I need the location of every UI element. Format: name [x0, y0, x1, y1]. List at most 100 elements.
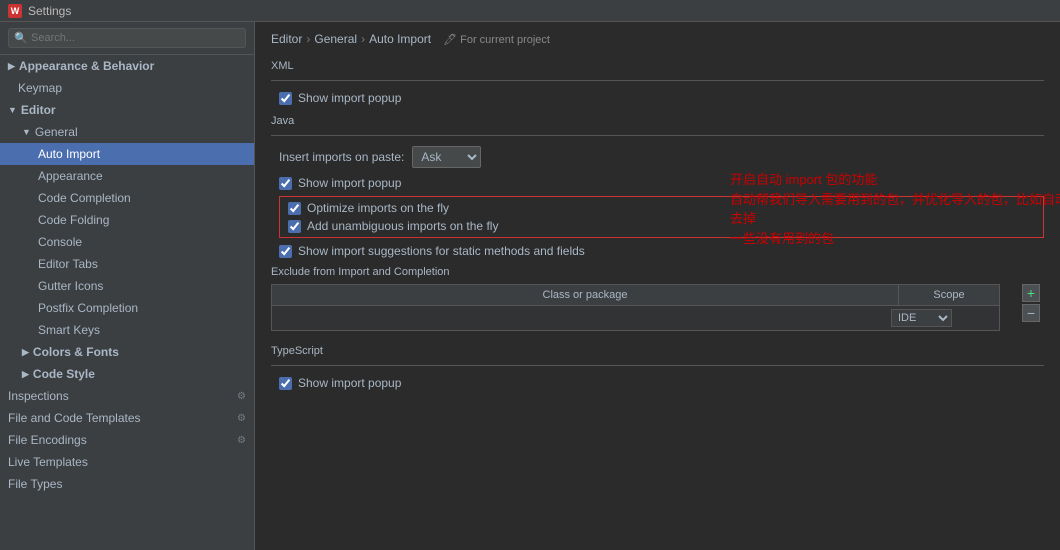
show-suggestions-checkbox[interactable] [279, 245, 292, 258]
sidebar-item-appearance[interactable]: Appearance [0, 165, 254, 187]
exclude-label: Exclude from Import and Completion [271, 266, 1044, 278]
xml-show-import-label: Show import popup [298, 91, 401, 105]
expand-arrow: ▶ [8, 61, 15, 72]
xml-divider [271, 80, 1044, 81]
scope-select[interactable]: IDE Project [891, 309, 952, 327]
sidebar-label: Editor [21, 103, 56, 117]
xml-section: XML Show import popup [271, 60, 1044, 105]
sidebar-label: Code Folding [38, 213, 109, 227]
settings-icon: ⚙ [237, 413, 246, 424]
show-suggestions-label: Show import suggestions for static metho… [298, 244, 585, 258]
table-buttons: + − [1022, 284, 1040, 322]
title-bar: W Settings [0, 0, 1060, 22]
java-divider [271, 135, 1044, 136]
sidebar-item-editor[interactable]: ▼ Editor [0, 99, 254, 121]
sidebar-item-code-folding[interactable]: Code Folding [0, 209, 254, 231]
sidebar-item-keymap[interactable]: Keymap [0, 77, 254, 99]
highlighted-imports-box: Optimize imports on the fly Add unambigu… [279, 196, 1044, 238]
sidebar-item-editor-tabs[interactable]: Editor Tabs [0, 253, 254, 275]
sidebar-label: File Encodings [8, 433, 87, 447]
show-suggestions-row: Show import suggestions for static metho… [279, 244, 1044, 258]
sidebar-label: Editor Tabs [38, 257, 98, 271]
java-show-import-popup-row: Show import popup [279, 176, 1044, 190]
ts-section-label: TypeScript [271, 345, 1044, 357]
insert-imports-label: Insert imports on paste: [279, 150, 404, 164]
sidebar-item-file-types[interactable]: File Types [0, 473, 254, 495]
xml-show-import-checkbox[interactable] [279, 92, 292, 105]
xml-section-label: XML [271, 60, 1044, 72]
optimize-imports-checkbox[interactable] [288, 202, 301, 215]
ts-show-import-label: Show import popup [298, 376, 401, 390]
sidebar-item-auto-import[interactable]: Auto Import [0, 143, 254, 165]
add-unambiguous-checkbox[interactable] [288, 220, 301, 233]
insert-imports-select[interactable]: Ask Always Never [412, 146, 481, 168]
sidebar-label: Gutter Icons [38, 279, 103, 293]
typescript-section: TypeScript Show import popup [271, 345, 1044, 390]
search-icon: 🔍 [14, 32, 28, 45]
xml-show-import-popup-row: Show import popup [279, 91, 1044, 105]
breadcrumb-current: Auto Import [369, 32, 431, 46]
sidebar-label: File and Code Templates [8, 411, 141, 425]
search-box: 🔍 [0, 22, 254, 55]
expand-arrow: ▶ [22, 369, 29, 380]
java-show-import-label: Show import popup [298, 176, 401, 190]
java-show-import-checkbox[interactable] [279, 177, 292, 190]
col-scope: Scope [899, 285, 999, 305]
sidebar-item-appearance-behavior[interactable]: ▶ Appearance & Behavior [0, 55, 254, 77]
sidebar-item-live-templates[interactable]: Live Templates [0, 451, 254, 473]
optimize-imports-label: Optimize imports on the fly [307, 201, 449, 215]
table-header: Class or package Scope [272, 285, 999, 306]
sidebar-item-file-code-templates[interactable]: File and Code Templates ⚙ [0, 407, 254, 429]
sidebar-label: Auto Import [38, 147, 100, 161]
sidebar-label: Live Templates [8, 455, 88, 469]
sidebar-item-code-completion[interactable]: Code Completion [0, 187, 254, 209]
settings-icon: ⚙ [237, 391, 246, 402]
cell-scope: IDE Project [891, 309, 991, 327]
exclude-table: Class or package Scope IDE Project [271, 284, 1000, 331]
java-section-label: Java [271, 115, 1044, 127]
table-row: IDE Project [272, 306, 999, 330]
main-container: 🔍 ▶ Appearance & Behavior Keymap ▼ Edito… [0, 22, 1060, 550]
sidebar-label: Inspections [8, 389, 69, 403]
sidebar: 🔍 ▶ Appearance & Behavior Keymap ▼ Edito… [0, 22, 255, 550]
add-row-button[interactable]: + [1022, 284, 1040, 302]
sidebar-label: Appearance [38, 169, 103, 183]
sidebar-label: Code Completion [38, 191, 131, 205]
sidebar-label: Keymap [18, 81, 62, 95]
expand-arrow: ▶ [22, 347, 29, 358]
sidebar-item-smart-keys[interactable]: Smart Keys [0, 319, 254, 341]
sidebar-item-inspections[interactable]: Inspections ⚙ [0, 385, 254, 407]
project-note: 🖊 For current project [443, 33, 550, 46]
window-title: Settings [28, 4, 71, 18]
app-icon: W [8, 4, 22, 18]
sidebar-item-gutter-icons[interactable]: Gutter Icons [0, 275, 254, 297]
sidebar-label: File Types [8, 477, 62, 491]
sidebar-label: General [35, 125, 78, 139]
sidebar-label: Console [38, 235, 82, 249]
sidebar-label: Postfix Completion [38, 301, 138, 315]
breadcrumb-part-1[interactable]: Editor [271, 32, 302, 46]
remove-row-button[interactable]: − [1022, 304, 1040, 322]
sidebar-item-general[interactable]: ▼ General [0, 121, 254, 143]
java-section: Java Insert imports on paste: Ask Always… [271, 115, 1044, 258]
search-input[interactable] [8, 28, 246, 48]
content-area: Editor › General › Auto Import 🖊 For cur… [255, 22, 1060, 550]
ts-divider [271, 365, 1044, 366]
sidebar-item-console[interactable]: Console [0, 231, 254, 253]
ts-show-import-popup-row: Show import popup [279, 376, 1044, 390]
sidebar-item-colors-fonts[interactable]: ▶ Colors & Fonts [0, 341, 254, 363]
sidebar-label: Colors & Fonts [33, 345, 119, 359]
expand-arrow: ▼ [8, 105, 17, 115]
breadcrumb-sep-2: › [361, 32, 365, 46]
optimize-imports-row: Optimize imports on the fly [288, 201, 1035, 215]
ts-show-import-checkbox[interactable] [279, 377, 292, 390]
col-class-package: Class or package [272, 285, 899, 305]
sidebar-item-postfix-completion[interactable]: Postfix Completion [0, 297, 254, 319]
sidebar-item-code-style[interactable]: ▶ Code Style [0, 363, 254, 385]
insert-imports-row: Insert imports on paste: Ask Always Neve… [279, 146, 1044, 168]
breadcrumb: Editor › General › Auto Import 🖊 For cur… [271, 32, 1044, 46]
expand-arrow: ▼ [22, 127, 31, 137]
sidebar-item-file-encodings[interactable]: File Encodings ⚙ [0, 429, 254, 451]
add-unambiguous-label: Add unambiguous imports on the fly [307, 219, 498, 233]
breadcrumb-part-2[interactable]: General [314, 32, 357, 46]
